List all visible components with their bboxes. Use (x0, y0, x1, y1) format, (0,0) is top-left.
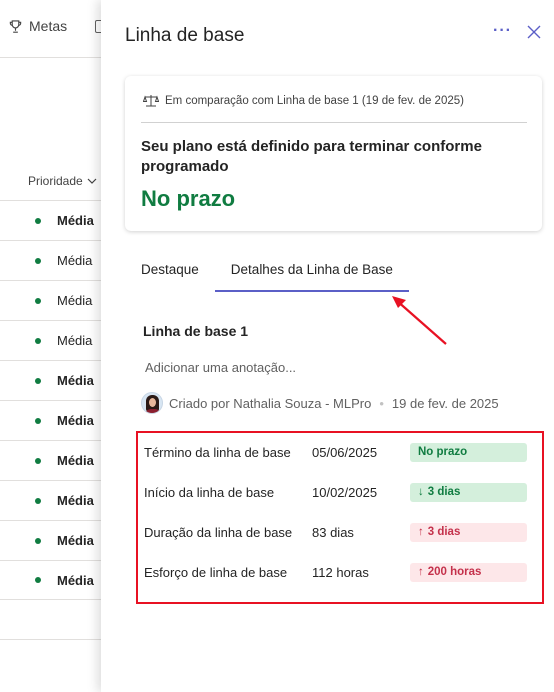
detail-value: 05/06/2025 (312, 445, 378, 460)
trophy-icon (9, 19, 22, 33)
baseline-detail-row: Esforço de linha de base 112 horas ↑ 200 ho… (144, 563, 534, 583)
priority-label: Média (57, 213, 94, 228)
priority-list: Média Média Média Média Média Média Média Média… (0, 200, 110, 600)
avatar (141, 392, 163, 414)
tab-destaque[interactable]: Destaque (125, 262, 215, 292)
priority-label: Média (57, 293, 93, 308)
priority-dot-icon (35, 297, 41, 304)
detail-label: Duração da linha de base (144, 525, 293, 540)
detail-label: Esforço de linha de base (144, 565, 288, 580)
close-icon[interactable] (526, 24, 542, 40)
divider (0, 639, 110, 640)
tab-metas[interactable]: Metas (8, 18, 67, 34)
creator-text: Criado por Nathalia Souza - MLPro (169, 395, 372, 411)
priority-dot-icon (35, 497, 41, 504)
priority-label: Média (57, 493, 94, 508)
priority-column-header[interactable]: Prioridade (28, 174, 97, 188)
status-badge: ↓ 3 dias (410, 483, 527, 502)
priority-label: Média (57, 533, 94, 548)
badge-text: No prazo (418, 446, 468, 458)
table-row[interactable]: Média (0, 520, 110, 560)
tab-detalhes[interactable]: Detalhes da Linha de Base (214, 262, 410, 292)
table-row[interactable]: Média (0, 320, 110, 360)
baseline-details-highlight: Término da linha de base 05/06/2025 No pra… (136, 431, 544, 604)
status-badge: ↑ 3 dias (410, 523, 527, 542)
priority-dot-icon (35, 457, 41, 464)
baseline-panel: Linha de base ··· Em comparação com Linh… (101, 0, 554, 692)
table-row[interactable]: Média (0, 200, 110, 240)
badge-text: 200 horas (427, 566, 482, 578)
baseline-detail-row: Término da linha de base 05/06/2025 No pra… (144, 443, 534, 463)
badge-text: 3 dias (427, 526, 461, 538)
background-toolbar: Metas (0, 0, 110, 58)
status-badge: No prazo (410, 443, 527, 462)
arrow-up-icon: ↑ (418, 526, 424, 538)
arrow-down-icon: ↓ (418, 486, 424, 498)
plan-status-message: Seu plano está definido para terminar co… (141, 138, 482, 175)
priority-dot-icon (35, 337, 41, 344)
detail-value: 83 dias (312, 525, 354, 540)
comparison-line: Em comparação com Linha de base 1 (19 de… (143, 94, 464, 107)
priority-dot-icon (35, 257, 41, 264)
creator-line: Criado por Nathalia Souza - MLPro • 19 d… (141, 392, 499, 414)
priority-label: Média (57, 253, 93, 268)
table-row[interactable]: Média (0, 560, 110, 600)
table-row[interactable]: Média (0, 280, 110, 320)
priority-dot-icon (35, 577, 41, 583)
panel-title: Linha de base (125, 25, 245, 46)
priority-column-label: Prioridade (28, 174, 83, 188)
baseline-detail-row: Duração da linha de base 83 dias ↑ 3 dias (144, 523, 534, 543)
created-date: 19 de fev. de 2025 (391, 395, 499, 411)
separator-dot: • (379, 395, 384, 411)
table-row[interactable]: Média (0, 240, 110, 280)
table-row[interactable]: Média (0, 480, 110, 520)
baseline-summary-card: Em comparação com Linha de base 1 (19 de… (125, 76, 542, 231)
priority-dot-icon (35, 377, 41, 384)
badge-text: 3 dias (427, 486, 461, 498)
detail-label: Início da linha de base (144, 485, 275, 500)
card-divider (141, 122, 527, 123)
detail-value: 10/02/2025 (312, 485, 378, 500)
priority-label: Média (57, 373, 94, 388)
scale-icon (143, 95, 159, 107)
priority-label: Média (57, 453, 94, 468)
arrow-up-icon: ↑ (418, 566, 424, 578)
baseline-detail-row: Início da linha de base 10/02/2025 ↓ 3 dias (144, 483, 534, 503)
status-badge: ↑ 200 horas (410, 563, 527, 582)
more-options-button[interactable]: ··· (493, 22, 512, 40)
red-arrow-annotation (392, 296, 447, 345)
priority-dot-icon (35, 537, 41, 544)
chevron-down-icon (87, 178, 97, 184)
panel-tabs: Destaque Detalhes da Linha de Base (125, 262, 410, 292)
priority-dot-icon (35, 217, 41, 224)
priority-dot-icon (35, 417, 41, 424)
table-row[interactable]: Média (0, 440, 110, 480)
priority-label: Média (57, 572, 94, 588)
detail-label: Término da linha de base (144, 445, 291, 460)
tab-metas-label: Metas (29, 18, 68, 34)
table-row[interactable]: Média (0, 400, 110, 440)
table-row[interactable]: Média (0, 360, 110, 400)
priority-label: Média (57, 413, 94, 428)
plan-status: No prazo (141, 186, 236, 211)
comparison-text: Em comparação com Linha de base 1 (19 de… (165, 94, 464, 107)
priority-label: Média (57, 333, 93, 348)
annotation-input[interactable]: Adicionar uma anotação... (145, 360, 296, 375)
baseline-name: Linha de base 1 (143, 323, 249, 339)
detail-value: 112 horas (312, 565, 369, 580)
